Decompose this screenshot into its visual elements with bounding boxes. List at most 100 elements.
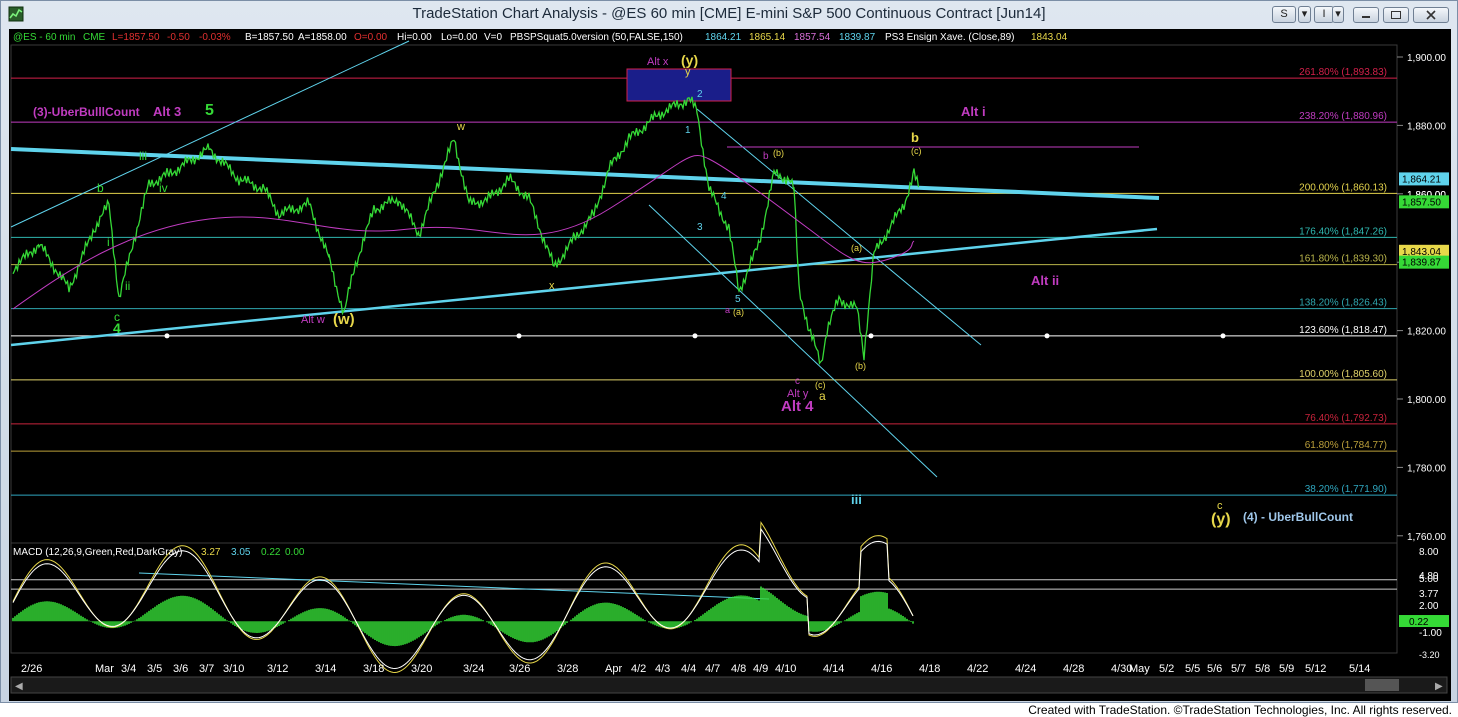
fib-level-label: 61.80% (1,784.77)	[1305, 440, 1387, 451]
trend-line[interactable]	[10, 40, 410, 228]
wave-annotation-a-paren1[interactable]: (a)	[733, 307, 744, 317]
maximize-button[interactable]	[1383, 7, 1409, 23]
bid-label: B=1857.50	[245, 32, 294, 43]
wave-annotation-iii-big[interactable]: iii	[851, 492, 862, 507]
date-tick-label: 3/6	[173, 663, 188, 675]
wave-annotation-b-paren1[interactable]: (b)	[773, 148, 784, 158]
wave-annotation-five-blue[interactable]: 5	[735, 294, 741, 305]
wave-annotation-four[interactable]: 4	[721, 191, 727, 202]
scroll-left-icon[interactable]: ◀	[15, 681, 23, 692]
close-button[interactable]	[1413, 7, 1449, 23]
date-tick-label: 3/4	[121, 663, 136, 675]
chart-area[interactable]: @ES - 60 min CME L=1857.50 -0.50 -0.03% …	[9, 29, 1451, 701]
wave-annotation-b-mag[interactable]: b	[763, 151, 769, 162]
wave-annotation-three[interactable]: 3	[697, 222, 703, 233]
date-tick-label: 3/28	[557, 663, 578, 675]
price-series[interactable]	[12, 96, 920, 365]
price-plot[interactable]: 261.80% (1,893.83) 238.20% (1,880.96) 200.…	[10, 40, 1398, 544]
macd-bottom-label: -3.20	[1419, 650, 1440, 660]
wave-annotation-w-paren[interactable]: (w)	[333, 311, 355, 328]
fib-level-label: 200.00% (1,860.13)	[1299, 182, 1387, 193]
date-tick-label: 5/12	[1305, 663, 1326, 675]
date-tick-label: 4/10	[775, 663, 796, 675]
fib-level-label: 176.40% (1,847.26)	[1299, 226, 1387, 237]
wave-annotation-alt-w[interactable]: Alt w	[301, 314, 325, 326]
wave-annotation-alt3[interactable]: Alt 3	[153, 104, 181, 119]
macd-value-2: 3.05	[231, 547, 251, 558]
wave-annotation-iii-small[interactable]: iii	[139, 149, 147, 163]
study1-label: PBSPSquat5.0version (50,FALSE,150)	[510, 32, 683, 43]
wave-annotation-alt-ii[interactable]: Alt ii	[1031, 273, 1059, 288]
wave-annotation-one[interactable]: 1	[685, 125, 691, 136]
date-tick-label: 3/12	[267, 663, 288, 675]
wave-annotation-a-mag[interactable]: a	[725, 305, 730, 315]
macd-upper-label: 4.80	[1419, 571, 1439, 582]
wave-annotation-alt-x[interactable]: Alt x	[647, 56, 669, 68]
macd-plot[interactable]	[10, 520, 1398, 674]
volume-label: V=0	[484, 32, 503, 43]
macd-value-3: 0.22	[261, 547, 281, 558]
macd-tick-label: 2.00	[1419, 601, 1439, 612]
trend-line[interactable]	[10, 227, 1158, 347]
change-label: -0.50	[167, 32, 190, 43]
window-link-dropdown[interactable]: ▾	[1332, 6, 1344, 23]
wave-annotation-i[interactable]: i	[107, 235, 110, 249]
wave-annotation-two[interactable]: 2	[697, 89, 703, 100]
horizontal-scrollbar[interactable]	[10, 676, 1448, 694]
date-tick-label: 5/14	[1349, 663, 1370, 675]
footer-credit: Created with TradeStation. ©TradeStation…	[1028, 703, 1452, 717]
chart-canvas[interactable]: @ES - 60 min CME L=1857.50 -0.50 -0.03% …	[9, 29, 1451, 701]
close-icon	[1426, 10, 1436, 20]
wave-annotation-b-paren2[interactable]: (b)	[855, 361, 866, 371]
scrollbar-thumb[interactable]	[1365, 679, 1399, 691]
symbol-link-dropdown[interactable]: ▾	[1298, 6, 1311, 23]
s-icon: S	[1280, 8, 1288, 20]
wave-annotation-w[interactable]: w	[456, 121, 465, 133]
symbol-label: @ES - 60 min	[13, 32, 75, 43]
study2-label: PS3 Ensign Xave. (Close,89)	[885, 32, 1015, 43]
price-tick-label: 1,800.00	[1407, 395, 1446, 406]
study2-value: 1843.04	[1031, 32, 1068, 43]
fib-level-label: 76.40% (1,792.73)	[1305, 413, 1387, 424]
open-label: O=0.00	[354, 32, 388, 43]
wave-annotation-alt4[interactable]: Alt 4	[781, 398, 814, 415]
wave-annotation-iv[interactable]: iv	[159, 181, 168, 195]
minimize-button[interactable]	[1353, 7, 1379, 23]
title-bar: TradeStation Chart Analysis - @ES 60 min…	[1, 1, 1457, 29]
last-price-tag-label: 1,857.50	[1402, 197, 1441, 208]
wave-annotation-x[interactable]: x	[549, 280, 555, 292]
study1-value-2: 1865.14	[749, 32, 786, 43]
date-tick-label: 4/16	[871, 663, 892, 675]
wave-annotation-a-yellow[interactable]: a	[819, 389, 826, 403]
price-axis: 1,900.001,880.001,860.001,840.001,820.00…	[1397, 53, 1449, 660]
date-tick-label: 4/3	[655, 663, 670, 675]
wave-annotation-uber-count[interactable]: (3)-UberBulllCount	[33, 105, 140, 119]
trend-line[interactable]	[10, 147, 1160, 200]
wave-annotation-b-yellow[interactable]: b	[911, 130, 919, 145]
wave-annotation-alt-i[interactable]: Alt i	[961, 104, 986, 119]
wave-annotation-four-green[interactable]: 4	[113, 320, 121, 336]
wave-annotation-b[interactable]: b	[97, 181, 104, 195]
macd-trend-line[interactable]	[138, 572, 770, 600]
date-tick-label: 5/8	[1255, 663, 1270, 675]
highlight-box[interactable]	[626, 68, 732, 102]
trend-line[interactable]	[648, 204, 938, 478]
wave-annotation-five[interactable]: 5	[205, 102, 214, 119]
price-tick-label: 1,880.00	[1407, 121, 1446, 132]
wave-annotation-c-paren-yellow[interactable]: (c)	[911, 146, 922, 156]
price-tag-1839-label: 1,839.87	[1402, 258, 1441, 269]
low-label: Lo=0.00	[441, 32, 478, 43]
price-frame	[10, 44, 1398, 544]
symbol-link-button[interactable]: S	[1272, 6, 1296, 23]
wave-annotation-ii[interactable]: ii	[125, 279, 130, 293]
wave-annotation-y-small[interactable]: y	[685, 66, 691, 78]
wave-annotation-c-mag[interactable]: c	[795, 376, 800, 387]
wave-annotation-uber4[interactable]: (4) - UberBullCount	[1243, 510, 1353, 524]
window-link-button[interactable]: I	[1314, 6, 1334, 23]
date-tick-label: 3/5	[147, 663, 162, 675]
date-tick-label: Mar	[95, 663, 114, 675]
wave-annotation-y-paren-yellow[interactable]: (y)	[1211, 511, 1231, 528]
scroll-right-icon[interactable]: ▶	[1435, 681, 1443, 692]
last-price-label: L=1857.50	[112, 32, 160, 43]
wave-annotation-a-paren2[interactable]: (a)	[851, 243, 862, 253]
